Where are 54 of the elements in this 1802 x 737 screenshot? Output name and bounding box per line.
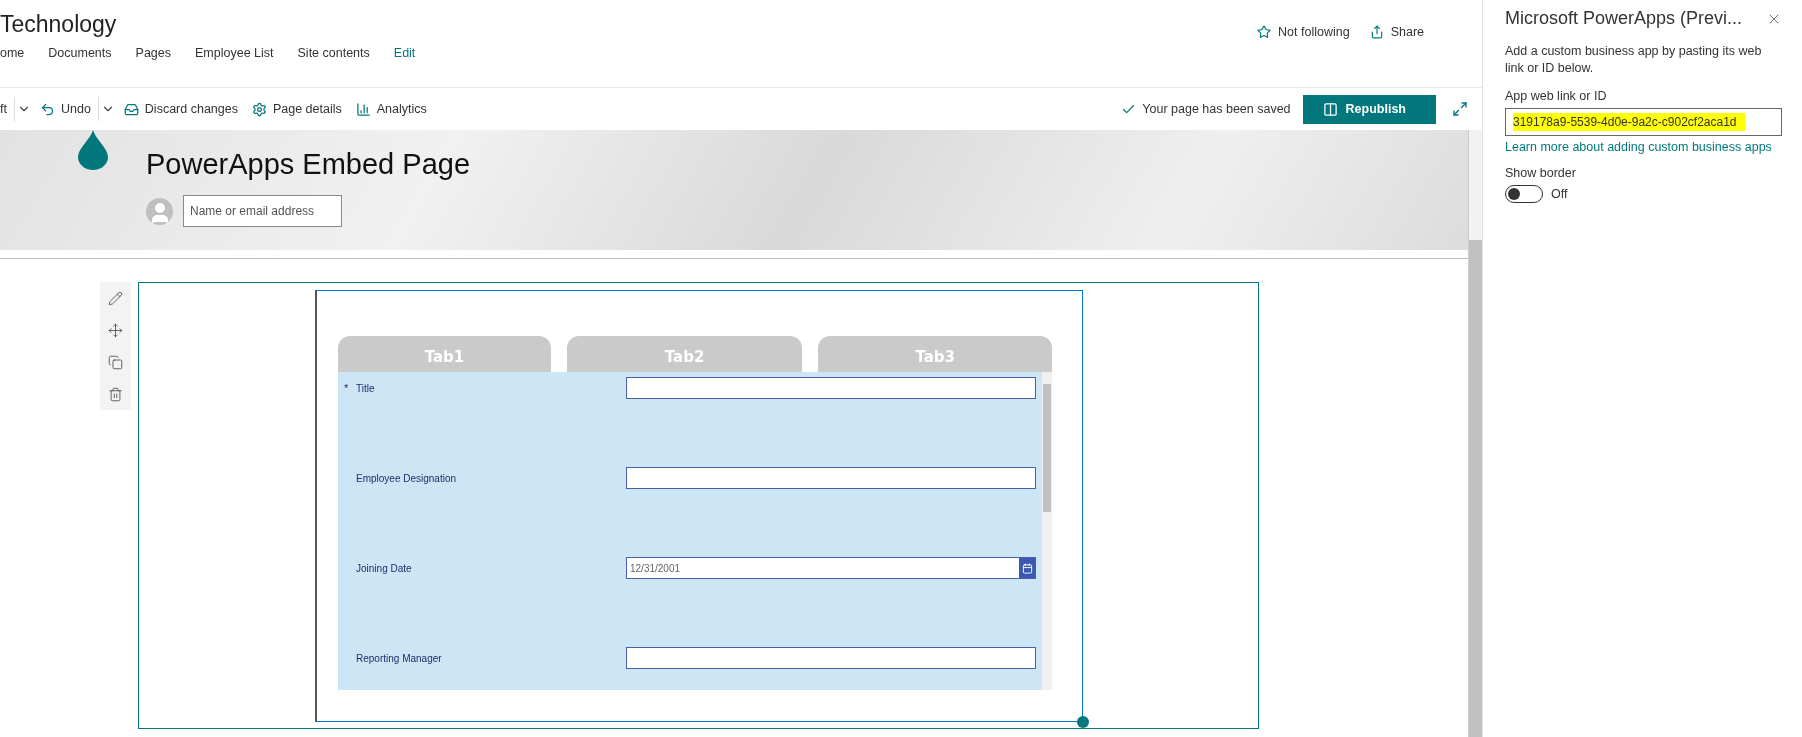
field-label: Joining Date bbox=[356, 562, 413, 574]
expand-button[interactable] bbox=[1450, 99, 1470, 119]
nav-link[interactable]: Employee List bbox=[195, 46, 274, 60]
nav-link[interactable]: Documents bbox=[48, 46, 112, 60]
required-mark: * bbox=[344, 382, 349, 394]
page-title: PowerApps Embed Page bbox=[146, 148, 471, 181]
follow-button[interactable]: Not following bbox=[1257, 25, 1350, 39]
field-label: Reporting Manager bbox=[356, 652, 443, 664]
toggle-state: Off bbox=[1551, 187, 1568, 201]
site-title: Technology bbox=[0, 11, 118, 38]
share-icon bbox=[1369, 25, 1384, 39]
text-field[interactable] bbox=[626, 377, 1036, 399]
field-label: Title bbox=[356, 382, 376, 394]
field-label: App web link or ID bbox=[1505, 89, 1608, 103]
page-scrollbar[interactable] bbox=[1468, 130, 1482, 737]
book-icon bbox=[1322, 101, 1338, 117]
resize-handle[interactable] bbox=[1077, 716, 1089, 728]
discard-button[interactable]: Discard changes bbox=[116, 94, 245, 124]
star-icon bbox=[1257, 25, 1272, 39]
republish-button[interactable]: Republish bbox=[1302, 94, 1436, 124]
panel-title: Microsoft PowerApps (Previ... bbox=[1505, 8, 1743, 29]
copy-icon bbox=[108, 354, 123, 370]
analytics-button[interactable]: Analytics bbox=[348, 94, 434, 124]
edit-link[interactable]: Edit bbox=[393, 46, 416, 60]
share-button[interactable]: Share bbox=[1369, 25, 1424, 39]
save-status: Your page has been saved bbox=[1142, 102, 1291, 116]
tray-icon bbox=[123, 101, 139, 117]
chart-icon bbox=[355, 101, 371, 117]
date-field[interactable]: 12/31/2001 bbox=[626, 557, 1036, 579]
field-label: Employee Designation bbox=[356, 472, 458, 484]
pencil-icon bbox=[108, 290, 123, 306]
author-input-field[interactable]: Name or email address bbox=[183, 195, 342, 227]
nav-link[interactable]: Pages bbox=[135, 46, 171, 60]
undo-button[interactable]: Undo bbox=[32, 94, 98, 124]
calendar-button[interactable] bbox=[1019, 558, 1035, 578]
nav-link[interactable]: ome bbox=[0, 46, 25, 60]
move-icon bbox=[108, 322, 123, 338]
nav-link[interactable]: Site contents bbox=[297, 46, 370, 60]
toggle-label: Show border bbox=[1505, 166, 1577, 180]
settings-icon bbox=[251, 101, 267, 117]
expand-icon bbox=[1452, 101, 1468, 117]
avatar-icon bbox=[146, 197, 173, 225]
page-details-button[interactable]: Page details bbox=[244, 94, 349, 124]
app-link-field[interactable]: 319178a9-5539-4d0e-9a2c-c902cf2aca1d bbox=[1505, 108, 1782, 136]
text-field[interactable] bbox=[626, 647, 1036, 669]
trash-icon bbox=[108, 386, 123, 402]
panel-description: Add a custom business app by pasting its web link or ID below. bbox=[1505, 43, 1763, 77]
border-toggle[interactable] bbox=[1505, 185, 1543, 203]
drop-logo-icon bbox=[78, 130, 108, 170]
text-field[interactable] bbox=[626, 467, 1036, 489]
draft-button[interactable]: ft bbox=[0, 94, 14, 124]
calendar-icon bbox=[1021, 562, 1033, 574]
learn-more-link[interactable]: Learn more about adding custom business apps bbox=[1505, 140, 1782, 154]
undo-icon bbox=[39, 101, 55, 117]
